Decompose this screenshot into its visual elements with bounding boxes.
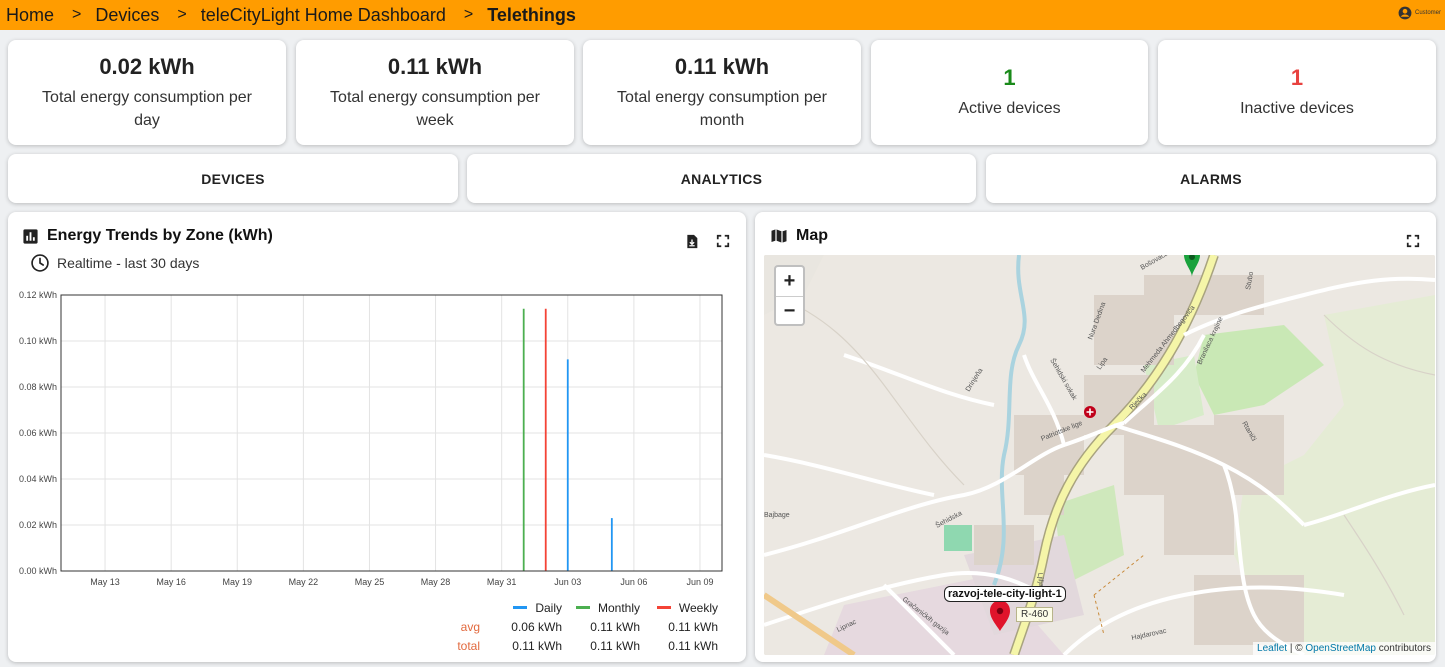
map-panel-title: Map xyxy=(796,227,828,244)
x-tick-label: May 25 xyxy=(355,577,385,587)
legend-item-weekly[interactable]: Weekly xyxy=(640,601,718,615)
map-attribution: Leaflet | © OpenStreetMap contributors xyxy=(1253,642,1435,655)
legend-swatch xyxy=(575,606,590,609)
stat-label: Active devices xyxy=(958,100,1061,117)
stat-value: 1 xyxy=(1003,65,1016,90)
legend-swatch xyxy=(656,606,671,609)
user-name: Customer xyxy=(1414,10,1441,16)
y-tick-label: 0.06 kWh xyxy=(19,428,57,438)
road-shield: R-460 xyxy=(1016,607,1054,622)
x-tick-label: May 19 xyxy=(223,577,253,587)
legend-value: 0.06 kWh xyxy=(511,619,562,634)
attribution-suffix: contributors xyxy=(1375,643,1431,654)
marker-label: razvoj-tele-city-light-1 xyxy=(944,586,1066,602)
legend-header-row: Daily Monthly Weekly xyxy=(450,598,718,617)
x-tick-label: May 13 xyxy=(90,577,120,587)
x-tick-label: Jun 03 xyxy=(554,577,581,587)
legend-total-row: total 0.11 kWh 0.11 kWh 0.11 kWh xyxy=(450,636,718,655)
legend-label: Weekly xyxy=(678,600,718,615)
y-tick-label: 0.00 kWh xyxy=(19,566,57,576)
stat-label: Inactive devices xyxy=(1240,100,1354,117)
legend-value: 0.11 kWh xyxy=(668,638,718,653)
legend-item-monthly[interactable]: Monthly xyxy=(562,601,640,615)
legend-value: 0.11 kWh xyxy=(590,619,640,634)
x-tick-label: Jun 09 xyxy=(686,577,713,587)
zoom-in-button[interactable]: + xyxy=(776,267,803,296)
legend-value: 0.11 kWh xyxy=(590,638,640,653)
legend-row-label: total xyxy=(457,638,480,653)
map-panel-header: Map xyxy=(770,227,828,245)
legend-row-label: avg xyxy=(460,619,480,634)
map-tiles: Mehmeda Ahmedbegovića Rječka Patriotske … xyxy=(764,255,1435,655)
map-icon xyxy=(771,229,787,244)
legend-label: Daily xyxy=(535,600,562,615)
legend-avg-row: avg 0.06 kWh 0.11 kWh 0.11 kWh xyxy=(450,617,718,636)
y-tick-label: 0.02 kWh xyxy=(19,520,57,530)
x-tick-label: May 16 xyxy=(156,577,186,587)
attribution-separator: | © xyxy=(1287,643,1306,654)
x-tick-label: May 28 xyxy=(421,577,451,587)
legend-swatch xyxy=(513,606,528,609)
stat-card-active-devices: 1 Active devices xyxy=(871,40,1148,145)
y-tick-label: 0.10 kWh xyxy=(19,336,57,346)
stat-card-inactive-devices: 1 Inactive devices xyxy=(1158,40,1436,145)
chart-legend: Daily Monthly Weekly avg 0.06 kWh 0.11 k… xyxy=(450,598,718,655)
x-tick-label: Jun 06 xyxy=(620,577,647,587)
legend-value: 0.11 kWh xyxy=(668,619,718,634)
legend-value: 0.11 kWh xyxy=(512,638,562,653)
fullscreen-icon[interactable] xyxy=(1404,232,1422,250)
account-circle-icon xyxy=(1398,6,1412,20)
legend-label: Monthly xyxy=(597,600,640,615)
alarms-button[interactable]: ALARMS xyxy=(986,154,1436,203)
leaflet-link[interactable]: Leaflet xyxy=(1257,643,1287,654)
y-tick-label: 0.12 kWh xyxy=(19,290,57,300)
y-tick-label: 0.04 kWh xyxy=(19,474,57,484)
legend-item-daily[interactable]: Daily xyxy=(484,601,562,615)
x-tick-label: May 31 xyxy=(487,577,517,587)
map-view[interactable]: Mehmeda Ahmedbegovića Rječka Patriotske … xyxy=(764,255,1435,655)
zoom-out-button[interactable]: − xyxy=(776,296,803,325)
osm-link[interactable]: OpenStreetMap xyxy=(1305,643,1376,654)
y-tick-label: 0.08 kWh xyxy=(19,382,57,392)
energy-chart: 0.00 kWh 0.02 kWh 0.04 kWh 0.06 kWh 0.08 kWh… xyxy=(19,290,723,587)
map-zoom-control: + − xyxy=(774,265,805,326)
street-label: Bajbage xyxy=(764,512,790,519)
stat-value: 1 xyxy=(1290,65,1304,90)
x-tick-label: May 22 xyxy=(289,577,319,587)
user-menu[interactable]: Customer xyxy=(1398,6,1441,20)
